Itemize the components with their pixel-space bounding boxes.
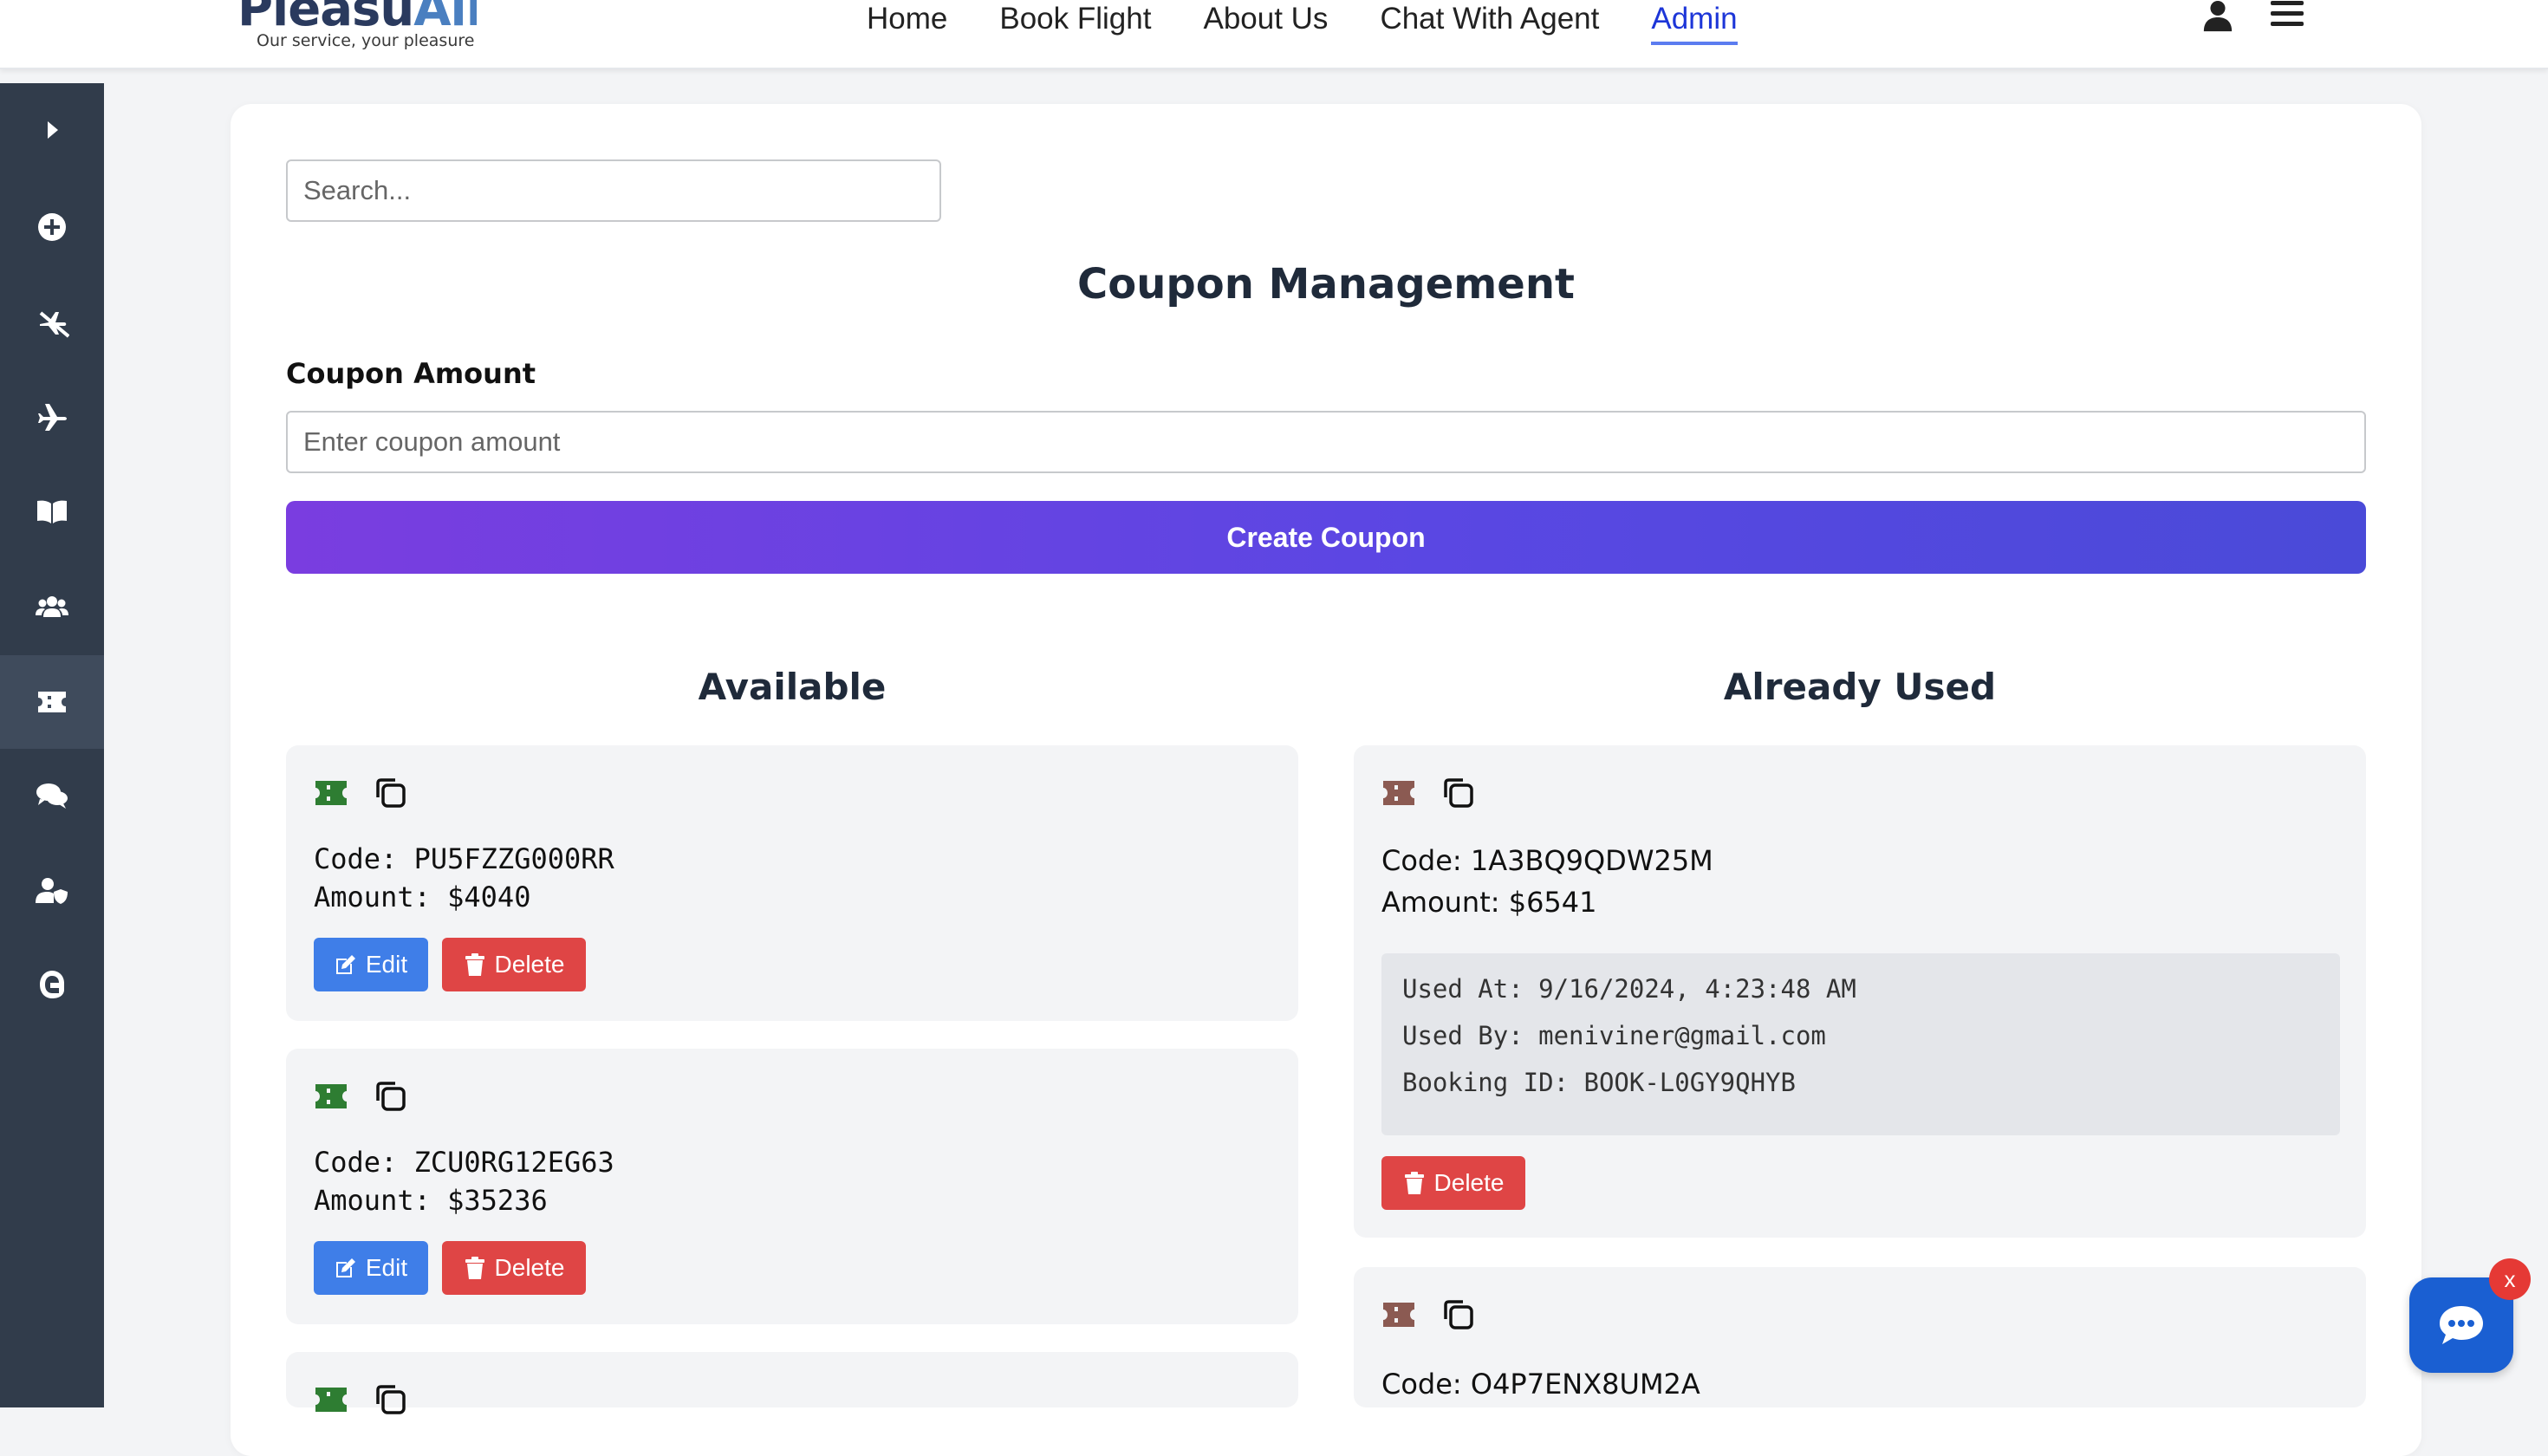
hamburger-menu-icon[interactable] bbox=[2271, 0, 2304, 28]
ticket-icon bbox=[38, 692, 66, 712]
page-title: Coupon Management bbox=[1077, 260, 1575, 309]
available-coupon-card: Code: ZCU0RG12EG63 Amount: $35236 Edit D… bbox=[286, 1049, 1298, 1324]
edit-button[interactable]: Edit bbox=[314, 1241, 428, 1295]
ticket-icon bbox=[315, 1388, 347, 1412]
create-coupon-button[interactable]: Create Coupon bbox=[286, 501, 2366, 574]
sidebar-item-passports[interactable] bbox=[0, 938, 104, 1031]
search-input[interactable] bbox=[286, 159, 941, 222]
coupon-code: Code: O4P7ENX8UM2A bbox=[1381, 1368, 1700, 1401]
ticket-icon bbox=[1383, 1303, 1414, 1327]
sidebar-item-docs[interactable] bbox=[0, 465, 104, 558]
sidebar-item-chats[interactable] bbox=[0, 749, 104, 842]
comments-icon bbox=[36, 783, 68, 809]
sidebar-item-cancel-flights[interactable] bbox=[0, 276, 104, 369]
sidebar-item-agents[interactable] bbox=[0, 844, 104, 938]
used-at: Used At: 9/16/2024, 4:23:48 AM bbox=[1402, 974, 1856, 1004]
copy-icon[interactable] bbox=[1442, 777, 1475, 809]
main-nav: Home Book Flight About Us Chat With Agen… bbox=[867, 0, 1738, 45]
coupon-amount: Amount: $35236 bbox=[314, 1184, 548, 1217]
ticket-icon bbox=[315, 1084, 347, 1108]
trash-icon bbox=[1404, 1172, 1424, 1194]
available-coupon-card bbox=[286, 1352, 1298, 1414]
used-coupon-card: Code: O4P7ENX8UM2A bbox=[1354, 1267, 2366, 1407]
plane-slash-icon bbox=[39, 311, 69, 338]
trash-icon bbox=[465, 953, 484, 976]
nav-about-us[interactable]: About Us bbox=[1203, 0, 1328, 45]
nav-home[interactable]: Home bbox=[867, 0, 947, 45]
sidebar-item-add[interactable] bbox=[0, 180, 104, 274]
available-heading: Available bbox=[698, 666, 887, 708]
coupon-amount: Amount: $6541 bbox=[1381, 886, 1597, 919]
book-open-icon bbox=[37, 500, 67, 523]
ticket-icon bbox=[1383, 781, 1414, 805]
user-icon[interactable] bbox=[2201, 0, 2234, 33]
coupon-amount: Amount: $4040 bbox=[314, 881, 531, 913]
coupon-code: Code: 1A3BQ9QDW25M bbox=[1381, 844, 1713, 877]
brand-tagline: Our service, your pleasure bbox=[257, 31, 475, 50]
chat-bubble-icon bbox=[2440, 1306, 2483, 1344]
copy-icon[interactable] bbox=[1442, 1298, 1475, 1331]
ticket-icon bbox=[315, 781, 347, 805]
sidebar-item-users[interactable] bbox=[0, 560, 104, 653]
copy-icon[interactable] bbox=[374, 777, 407, 809]
edit-button[interactable]: Edit bbox=[314, 938, 428, 991]
booking-id: Booking ID: BOOK-L0GY9QHYB bbox=[1402, 1068, 1796, 1097]
delete-button[interactable]: Delete bbox=[442, 1241, 586, 1295]
passport-icon bbox=[40, 971, 64, 998]
sidebar-toggle[interactable] bbox=[0, 83, 104, 177]
delete-button[interactable]: Delete bbox=[442, 938, 586, 991]
top-navbar: PleasuAir Our service, your pleasure Hom… bbox=[0, 0, 2548, 69]
coupon-code: Code: ZCU0RG12EG63 bbox=[314, 1146, 614, 1179]
coupon-amount-label: Coupon Amount bbox=[286, 357, 536, 390]
trash-icon bbox=[465, 1257, 484, 1279]
users-icon bbox=[36, 596, 68, 617]
available-coupon-card: Code: PU5FZZG000RR Amount: $4040 Edit De… bbox=[286, 745, 1298, 1021]
copy-icon[interactable] bbox=[374, 1080, 407, 1113]
delete-button[interactable]: Delete bbox=[1381, 1156, 1525, 1210]
plane-icon bbox=[38, 404, 67, 431]
sidebar-item-coupons[interactable] bbox=[0, 655, 104, 749]
edit-icon bbox=[335, 955, 355, 974]
coupon-amount-input[interactable] bbox=[286, 411, 2366, 473]
coupon-code: Code: PU5FZZG000RR bbox=[314, 842, 614, 875]
chat-close-button[interactable]: x bbox=[2489, 1258, 2531, 1300]
used-coupon-card: Code: 1A3BQ9QDW25M Amount: $6541 Used At… bbox=[1354, 745, 2366, 1238]
already-used-heading: Already Used bbox=[1723, 666, 1997, 708]
plus-circle-icon bbox=[38, 213, 66, 241]
admin-sidebar bbox=[0, 83, 104, 1407]
sidebar-item-flights[interactable] bbox=[0, 369, 104, 463]
usage-details: Used At: 9/16/2024, 4:23:48 AM Used By: … bbox=[1381, 953, 2340, 1135]
nav-admin[interactable]: Admin bbox=[1651, 0, 1738, 45]
edit-icon bbox=[335, 1258, 355, 1277]
copy-icon[interactable] bbox=[374, 1383, 407, 1416]
nav-book-flight[interactable]: Book Flight bbox=[999, 0, 1151, 45]
nav-chat-with-agent[interactable]: Chat With Agent bbox=[1380, 0, 1599, 45]
user-shield-icon bbox=[36, 878, 68, 904]
chevron-right-icon bbox=[48, 121, 58, 139]
used-by: Used By: meniviner@gmail.com bbox=[1402, 1021, 1826, 1050]
